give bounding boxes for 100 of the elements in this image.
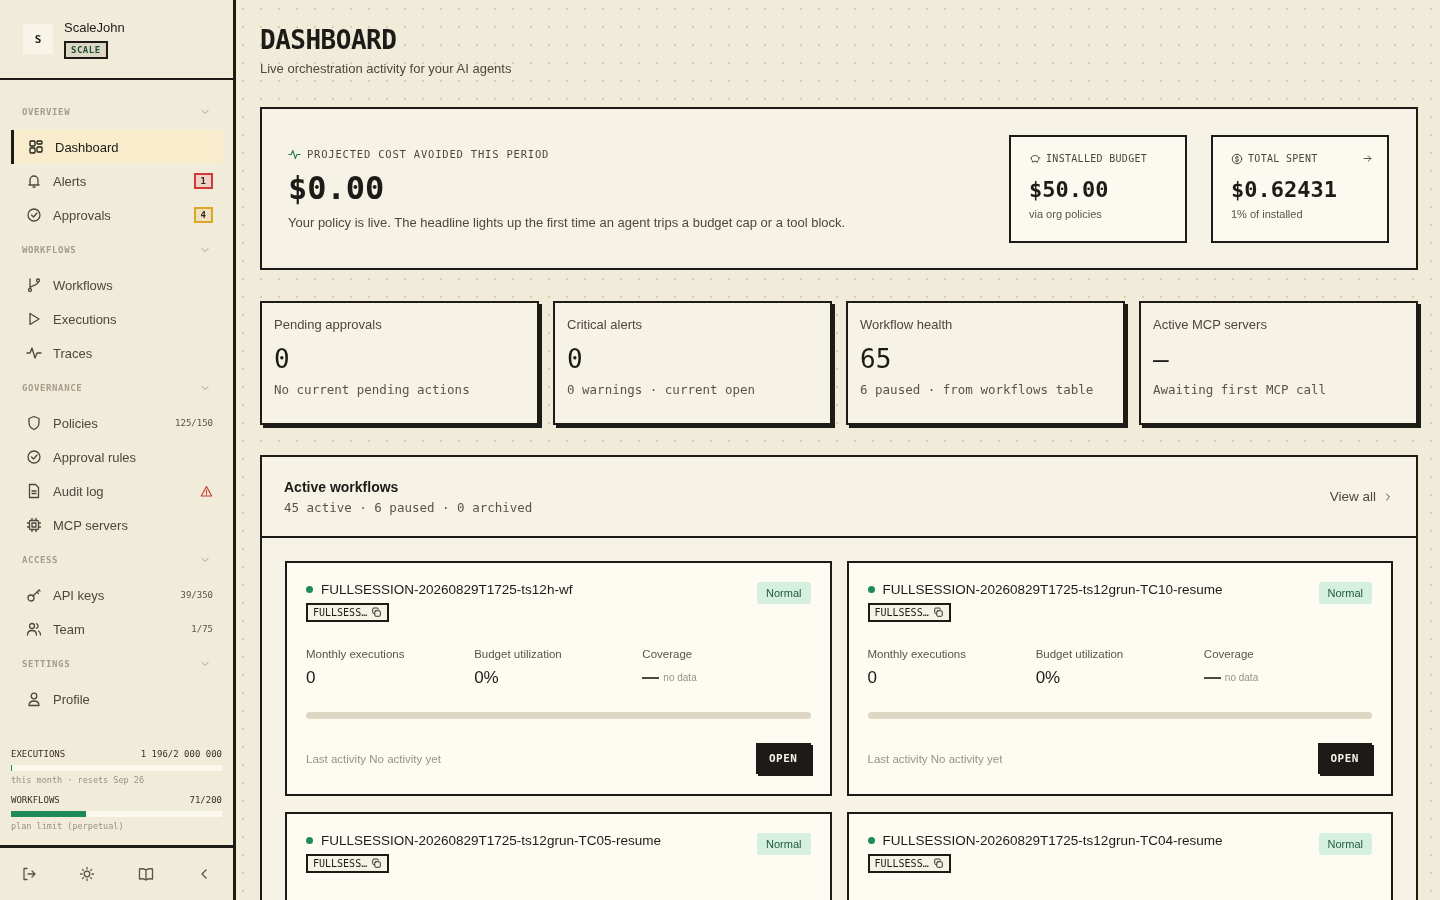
stat-note: 6 paused · from workflows table: [860, 382, 1095, 397]
workflow-id-tag[interactable]: FULLSESS…: [306, 603, 390, 622]
sidebar-item[interactable]: Approval rules: [11, 440, 223, 474]
sidebar-item[interactable]: Policies 125/150: [11, 406, 223, 440]
metric-value: no data: [663, 672, 697, 683]
sidebar-item-label: API keys: [53, 587, 106, 603]
section-title: GOVERNANCE: [22, 383, 83, 393]
panel-summary: 45 active · 6 paused · 0 archived: [284, 499, 533, 515]
hero-description: Your policy is live. The headline lights up the first time an agent trips a budget cap or a tool block.: [288, 214, 847, 230]
metric-value: 0%: [474, 668, 500, 688]
check-circle-icon: [26, 449, 42, 465]
workflow-name: FULLSESSION-20260829T1725-ts12grun-TC05-resume: [321, 833, 661, 848]
shield-icon: [26, 415, 42, 431]
metric-value: 0%: [1035, 668, 1062, 688]
sidebar-item[interactable]: Team 1/75: [11, 612, 223, 646]
play-icon: [26, 311, 42, 327]
hero-label: PROJECTED COST AVOIDED THIS PERIOD: [307, 148, 550, 160]
status-badge: Normal: [757, 833, 811, 855]
dollar-icon: [1231, 152, 1243, 165]
count-badge: 4: [193, 207, 213, 223]
document-icon: [26, 483, 42, 499]
usage-reading: 1 196/2 000 000: [140, 749, 222, 759]
sidebar-item[interactable]: Alerts 1: [11, 164, 223, 198]
people-icon: [26, 621, 42, 637]
stat-note: 0 warnings · current open: [567, 382, 757, 397]
sidebar-item[interactable]: Dashboard: [11, 130, 223, 164]
person-icon: [26, 691, 42, 707]
stat-note: No current pending actions: [274, 382, 471, 397]
copy-icon: [371, 607, 383, 618]
sidebar-item-label: Team: [53, 621, 86, 637]
arrow-right-icon: [1362, 153, 1373, 164]
dash-mark: [1203, 676, 1221, 679]
metric-label: Monthly executions: [306, 648, 406, 660]
metric-label: Monthly executions: [867, 648, 967, 660]
sidebar-item[interactable]: API keys 39/350: [11, 578, 223, 612]
summary-label: INSTALLED BUDGET: [1046, 153, 1148, 164]
metric-value: no data: [1224, 672, 1259, 683]
last-activity: Last activity No activity yet: [867, 752, 1003, 765]
usage-label: WORKFLOWS: [11, 795, 60, 805]
count-badge: 1: [193, 173, 213, 189]
copy-icon: [932, 607, 944, 618]
workflow-name: FULLSESSION-20260829T1725-ts12grun-TC10-resume: [882, 582, 1223, 597]
section-title: OVERVIEW: [22, 107, 71, 117]
section-title: ACCESS: [22, 555, 59, 565]
sidebar-item[interactable]: Traces: [11, 336, 223, 370]
workspace-name: ScaleJohn: [64, 19, 125, 35]
sidebar-item[interactable]: Profile: [11, 682, 223, 716]
sidebar-item-label: MCP servers: [53, 517, 129, 533]
stat-label: Active MCP servers: [1153, 317, 1268, 332]
sidebar-item[interactable]: Workflows: [11, 268, 223, 302]
sidebar-item-label: Dashboard: [55, 139, 120, 155]
section-title: WORKFLOWS: [22, 245, 77, 255]
stat-label: Pending approvals: [274, 317, 383, 332]
view-all-link[interactable]: View all: [1329, 489, 1394, 504]
summary-value: $0.62431: [1231, 176, 1338, 202]
usage-label: EXECUTIONS: [11, 749, 66, 759]
usage-note: plan limit (perpetual): [11, 821, 125, 831]
stat-value: —: [1153, 344, 1170, 374]
stat-note: Awaiting first MCP call: [1153, 382, 1328, 397]
sidebar-item-label: Audit log: [53, 483, 105, 499]
workflow-name: FULLSESSION-20260829T1725-ts12grun-TC04-resume: [882, 833, 1223, 848]
workflow-id-tag[interactable]: FULLSESS…: [306, 854, 390, 873]
sidebar-item-label: Workflows: [53, 277, 114, 293]
check-circle-icon: [26, 207, 42, 223]
summary-note: via org policies: [1029, 207, 1103, 220]
usage-count: 39/350: [180, 590, 213, 600]
metric-label: Budget utilization: [1035, 648, 1125, 660]
workflow-id-tag[interactable]: FULLSESS…: [867, 603, 951, 622]
metric-label: Coverage: [642, 648, 694, 660]
plan-badge: SCALE: [64, 40, 108, 59]
bell-icon: [26, 173, 42, 189]
usage-reading: 71/200: [189, 795, 222, 805]
stat-value: 0: [274, 344, 291, 374]
sidebar-item[interactable]: Executions: [11, 302, 223, 336]
branch-icon: [26, 277, 42, 293]
usage-count: 125/150: [175, 418, 213, 428]
warning-icon: [200, 484, 213, 498]
grid-icon: [28, 139, 44, 155]
sidebar-item-label: Profile: [53, 691, 91, 707]
usage-count: 1/75: [191, 624, 213, 634]
last-activity: Last activity No activity yet: [306, 752, 441, 765]
book-icon: [137, 866, 154, 882]
open-button[interactable]: OPEN: [1317, 743, 1372, 774]
hero-value: $0.00: [288, 168, 386, 207]
copy-icon: [932, 858, 944, 869]
metric-label: Coverage: [1203, 648, 1255, 660]
metric-label: Budget utilization: [474, 648, 563, 660]
stat-value: 0: [567, 344, 584, 374]
sidebar-item[interactable]: Audit log: [11, 474, 223, 508]
sidebar-item[interactable]: Approvals 4: [11, 198, 223, 232]
pulse-icon: [26, 345, 42, 361]
summary-value: $50.00: [1029, 176, 1110, 202]
workflow-name: FULLSESSION-20260829T1725-ts12h-wf: [321, 582, 573, 597]
sidebar-item[interactable]: MCP servers: [11, 508, 223, 542]
logout-icon: [21, 866, 38, 882]
metric-value: 0: [306, 668, 317, 688]
workspace-avatar: S: [23, 24, 53, 54]
open-button[interactable]: OPEN: [756, 743, 811, 774]
chip-icon: [26, 517, 42, 533]
workflow-id-tag[interactable]: FULLSESS…: [867, 854, 951, 873]
